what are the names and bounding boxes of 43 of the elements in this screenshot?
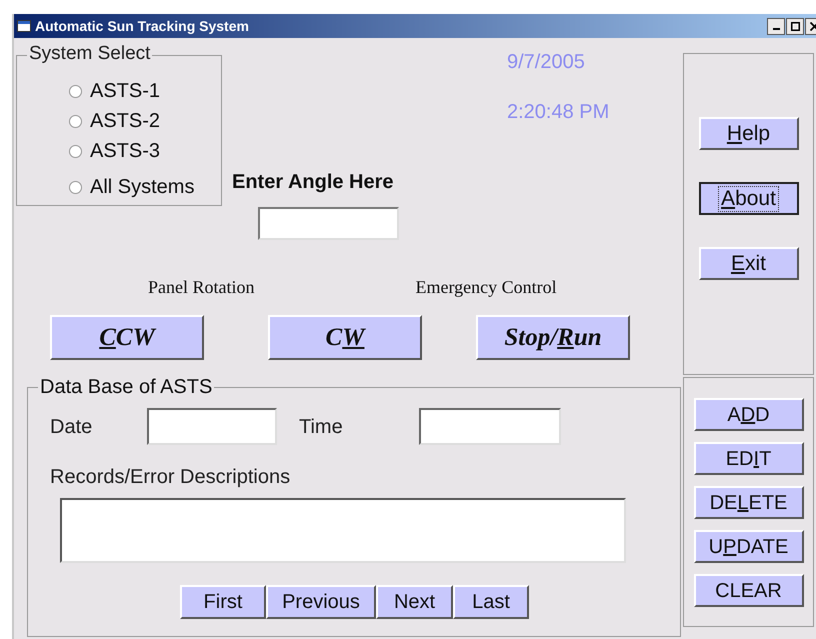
- radio-label: ASTS-1: [90, 79, 160, 104]
- record-button[interactable]: UPDATE: [694, 530, 804, 563]
- records-label: Records/Error Descriptions: [50, 465, 292, 490]
- record-button[interactable]: EDIT: [694, 442, 804, 475]
- control-button[interactable]: CW: [268, 315, 422, 360]
- radio-button[interactable]: [69, 180, 82, 194]
- close-icon: [810, 22, 816, 30]
- time-label: Time: [299, 414, 344, 440]
- current-time: 2:20:48 PM: [507, 100, 610, 125]
- radio-button[interactable]: [69, 114, 82, 128]
- current-date: 9/7/2005: [507, 50, 586, 75]
- record-button[interactable]: DELETE: [694, 486, 804, 519]
- angle-input-field[interactable]: [258, 207, 399, 240]
- nav-button[interactable]: Last: [453, 585, 529, 619]
- window-title: Automatic Sun Tracking System: [35, 16, 249, 36]
- angle-label: Enter Angle Here: [232, 170, 395, 195]
- side-button[interactable]: Help: [698, 117, 798, 150]
- side-button[interactable]: About: [698, 182, 798, 215]
- control-button[interactable]: CCW: [50, 315, 204, 360]
- date-label: Date: [50, 414, 94, 440]
- nav-button[interactable]: Previous: [266, 585, 376, 619]
- group-title: System Select: [27, 43, 152, 65]
- minimize-icon: [772, 28, 780, 30]
- side-button[interactable]: Exit: [698, 247, 798, 280]
- minimize-button[interactable]: [767, 18, 785, 34]
- radio-label: ASTS-2: [90, 109, 160, 134]
- nav-button[interactable]: Next: [376, 585, 453, 619]
- radio-label: All Systems: [90, 175, 194, 200]
- app-icon: [17, 20, 31, 32]
- record-button[interactable]: CLEAR: [694, 574, 804, 607]
- maximize-icon: [790, 22, 800, 30]
- radio-button[interactable]: [69, 84, 82, 98]
- radio-label: ASTS-3: [90, 139, 160, 164]
- time-input-field[interactable]: [419, 408, 561, 445]
- panel-rotation-label: Panel Rotation: [148, 276, 254, 299]
- emergency-control-label: Emergency Control: [416, 276, 557, 299]
- record-button[interactable]: ADD: [694, 398, 804, 431]
- control-button[interactable]: Stop/Run: [476, 315, 630, 360]
- date-input-field[interactable]: [147, 408, 277, 445]
- nav-button[interactable]: First: [180, 585, 266, 619]
- maximize-button[interactable]: [786, 18, 804, 34]
- records-textarea[interactable]: [60, 498, 626, 563]
- radio-button[interactable]: [69, 144, 82, 158]
